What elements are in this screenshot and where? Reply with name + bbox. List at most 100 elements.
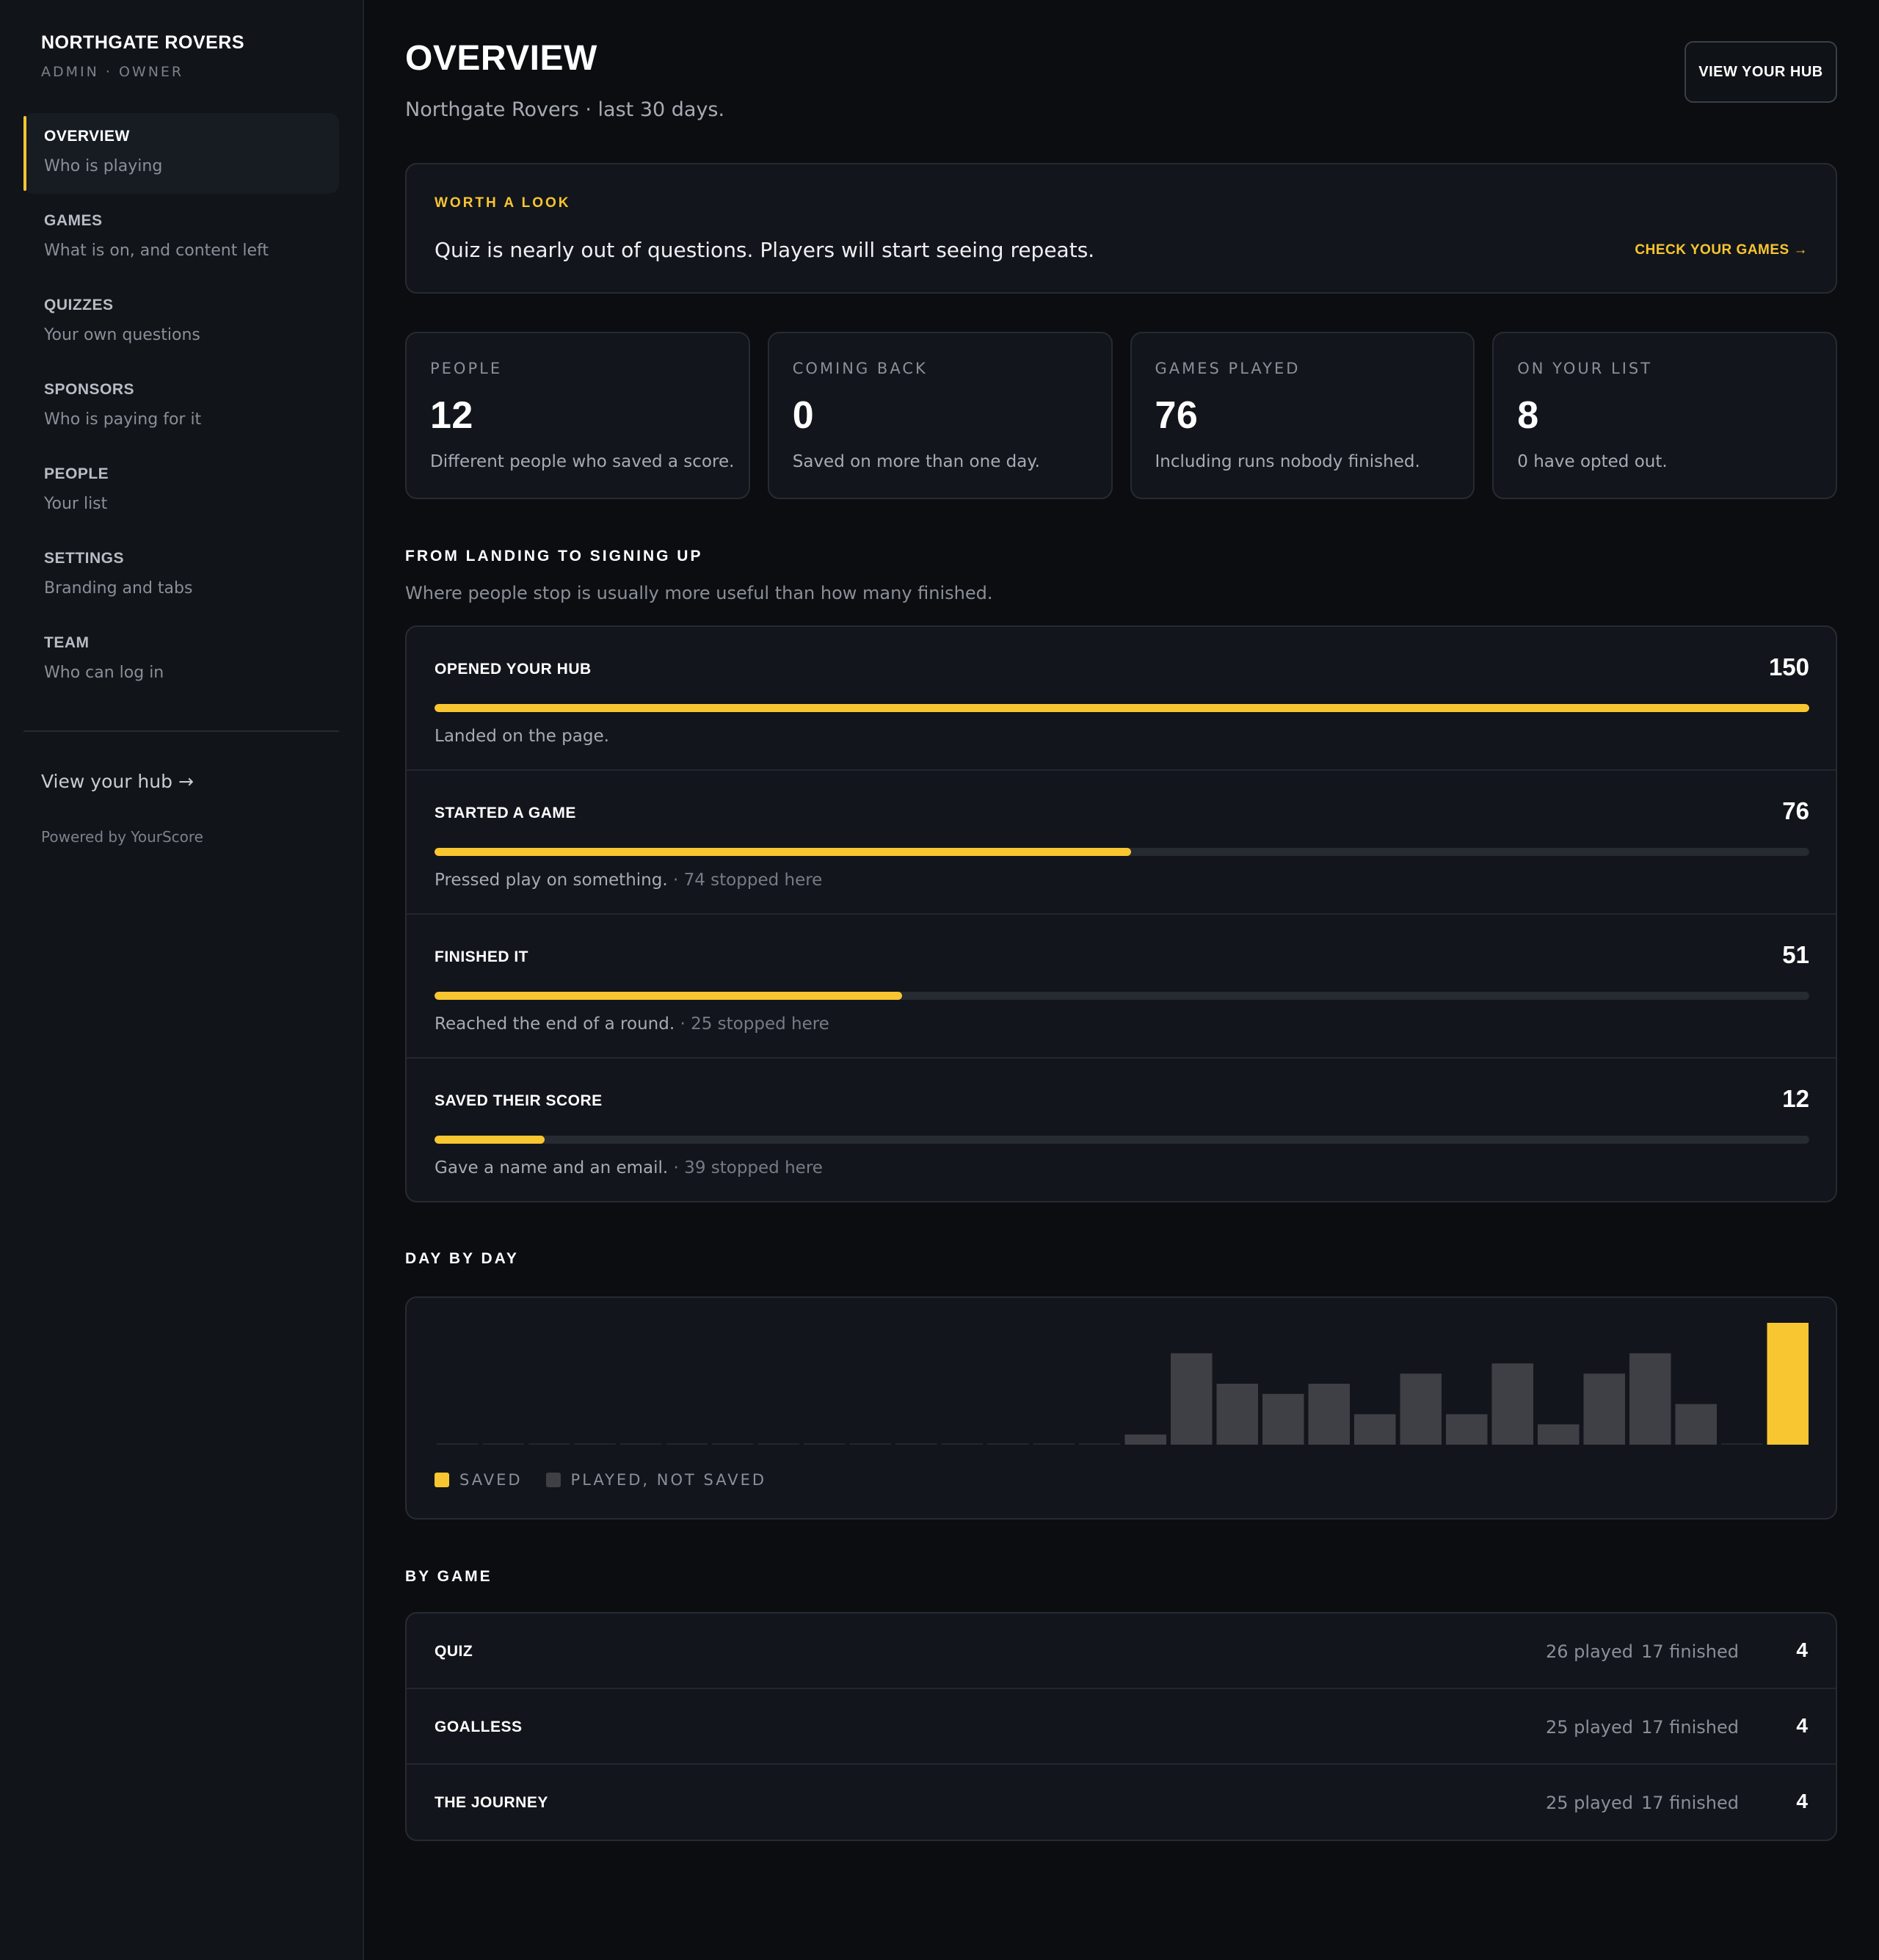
game-played: 26 played — [1546, 1641, 1633, 1662]
chart-bar-played — [1629, 1353, 1671, 1445]
sidebar-item-sub: Who is paying for it — [44, 410, 202, 429]
funnel-step-count: 12 — [1782, 1085, 1809, 1112]
chart-bar-saved — [1767, 1323, 1809, 1445]
funnel-note-text: Gave a name and an email. — [435, 1158, 669, 1177]
chart-bar-played — [1491, 1363, 1533, 1445]
by-game-title: BY GAME — [405, 1568, 493, 1585]
legend-swatch-played — [545, 1473, 561, 1487]
funnel-step-label: FINISHED IT — [435, 948, 529, 965]
sidebar: NORTHGATE ROVERS ADMIN · OWNER OVERVIEW … — [0, 0, 364, 1960]
funnel-step: FINISHED IT 51 Reached the end of a roun… — [407, 915, 1836, 1059]
stat-desc: 0 have opted out. — [1517, 452, 1668, 471]
sidebar-item-overview[interactable]: OVERVIEW Who is playing — [23, 113, 339, 194]
chart-bar-empty — [804, 1443, 846, 1445]
legend-swatch-saved — [435, 1473, 449, 1487]
funnel-step-count: 51 — [1782, 941, 1809, 968]
view-hub-link[interactable]: View your hub → — [41, 771, 194, 792]
alert-label: WORTH A LOOK — [435, 195, 571, 211]
stat-desc: Saved on more than one day. — [792, 452, 1040, 471]
chart-bar-played — [1171, 1353, 1213, 1445]
sidebar-item-sub: Your list — [44, 495, 108, 513]
sidebar-item-quizzes[interactable]: QUIZZES Your own questions — [23, 282, 339, 363]
chart-bar-empty — [620, 1443, 662, 1445]
game-played: 25 played — [1546, 1793, 1633, 1813]
alert-card: WORTH A LOOK Quiz is nearly out of quest… — [405, 163, 1837, 294]
funnel-progress-track — [435, 704, 1809, 712]
game-finished: 17 finished — [1641, 1793, 1739, 1813]
chart-bar-empty — [895, 1443, 937, 1445]
stat-value: 12 — [430, 394, 473, 437]
sidebar-item-sub: Your own questions — [44, 326, 200, 344]
funnel-progress-fill — [435, 1136, 545, 1144]
chart-bar-empty — [712, 1443, 754, 1445]
user-role: ADMIN · OWNER — [41, 64, 184, 80]
sidebar-item-people[interactable]: PEOPLE Your list — [23, 451, 339, 531]
game-name: GOALLESS — [435, 1718, 523, 1735]
stat-card-coming-back: COMING BACK 0 Saved on more than one day… — [767, 332, 1113, 499]
chart-bar-played — [1583, 1373, 1625, 1445]
funnel-step-label: OPENED YOUR HUB — [435, 661, 592, 678]
chart-bar-played — [1354, 1414, 1396, 1445]
funnel-step-count: 150 — [1768, 653, 1809, 680]
sidebar-item-title: PEOPLE — [44, 465, 109, 482]
sidebar-item-title: QUIZZES — [44, 297, 114, 313]
funnel-title: FROM LANDING TO SIGNING UP — [405, 548, 703, 565]
stat-label: PEOPLE — [430, 360, 503, 377]
game-finished: 17 finished — [1641, 1717, 1739, 1738]
chart-bar-played — [1262, 1393, 1304, 1445]
funnel-card: OPENED YOUR HUB 150 Landed on the page. … — [405, 625, 1837, 1202]
sidebar-nav: OVERVIEW Who is playing GAMES What is on… — [23, 113, 339, 704]
sidebar-item-title: TEAM — [44, 634, 90, 651]
stat-label: GAMES PLAYED — [1155, 360, 1301, 377]
chart-bar-empty — [757, 1443, 799, 1445]
funnel-note-text: Reached the end of a round. — [435, 1015, 675, 1034]
game-finished: 17 finished — [1641, 1641, 1739, 1662]
funnel-step-count: 76 — [1782, 797, 1809, 824]
page-subtitle: Northgate Rovers · last 30 days. — [405, 98, 725, 121]
chart-bar-empty — [1079, 1443, 1121, 1445]
legend-played: PLAYED, NOT SAVED — [545, 1471, 767, 1489]
chart-bar-played — [1216, 1384, 1258, 1445]
day-by-day-chart — [437, 1323, 1809, 1445]
chart-bar-empty — [849, 1443, 891, 1445]
funnel-note-text: Landed on the page. — [435, 727, 609, 746]
sidebar-item-settings[interactable]: SETTINGS Branding and tabs — [23, 535, 339, 616]
day-by-day-card: SAVED PLAYED, NOT SAVED — [405, 1296, 1837, 1520]
day-by-day-title: DAY BY DAY — [405, 1250, 519, 1267]
chart-bar-empty — [482, 1443, 524, 1445]
funnel-progress-fill — [435, 848, 1131, 856]
sidebar-item-team[interactable]: TEAM Who can log in — [23, 620, 339, 700]
funnel-step-label: STARTED A GAME — [435, 805, 576, 821]
sidebar-item-sub: Who can log in — [44, 664, 164, 682]
stat-label: ON YOUR LIST — [1517, 360, 1653, 377]
funnel-stopped: · 74 stopped here — [667, 871, 823, 890]
game-row-the-journey[interactable]: THE JOURNEY 25 played 17 finished 4 — [407, 1765, 1836, 1840]
funnel-step: SAVED THEIR SCORE 12 Gave a name and an … — [407, 1059, 1836, 1201]
stat-card-games-played: GAMES PLAYED 76 Including runs nobody fi… — [1130, 332, 1475, 499]
chart-bar-played — [1675, 1404, 1717, 1445]
sidebar-item-games[interactable]: GAMES What is on, and content left — [23, 197, 339, 278]
game-row-goalless[interactable]: GOALLESS 25 played 17 finished 4 — [407, 1689, 1836, 1765]
view-hub-button[interactable]: VIEW YOUR HUB — [1684, 41, 1837, 103]
funnel-progress-track — [435, 992, 1809, 1000]
game-row-quiz[interactable]: QUIZ 26 played 17 finished 4 — [407, 1614, 1836, 1689]
alert-text: Quiz is nearly out of questions. Players… — [435, 238, 1095, 262]
sidebar-item-sponsors[interactable]: SPONSORS Who is paying for it — [23, 366, 339, 447]
chart-bar-empty — [666, 1443, 708, 1445]
chart-bar-played — [1400, 1373, 1442, 1445]
stat-card-people: PEOPLE 12 Different people who saved a s… — [405, 332, 750, 499]
funnel-progress-fill — [435, 704, 1809, 712]
funnel-step-label: SAVED THEIR SCORE — [435, 1092, 603, 1109]
sidebar-item-title: SPONSORS — [44, 381, 135, 398]
by-game-card: QUIZ 26 played 17 finished 4 GOALLESS 25… — [405, 1612, 1837, 1841]
page-title: OVERVIEW — [405, 39, 597, 78]
funnel-stopped: · 25 stopped here — [675, 1015, 829, 1034]
chart-bar-played — [1308, 1384, 1350, 1445]
chart-bar-empty — [987, 1443, 1029, 1445]
funnel-step-note: Landed on the page. — [435, 727, 609, 746]
stat-desc: Different people who saved a score. — [430, 452, 735, 471]
game-name: QUIZ — [435, 1643, 473, 1660]
check-games-link[interactable]: CHECK YOUR GAMES → — [1635, 242, 1808, 258]
funnel-progress-fill — [435, 992, 902, 1000]
chart-bar-played — [1124, 1434, 1166, 1445]
